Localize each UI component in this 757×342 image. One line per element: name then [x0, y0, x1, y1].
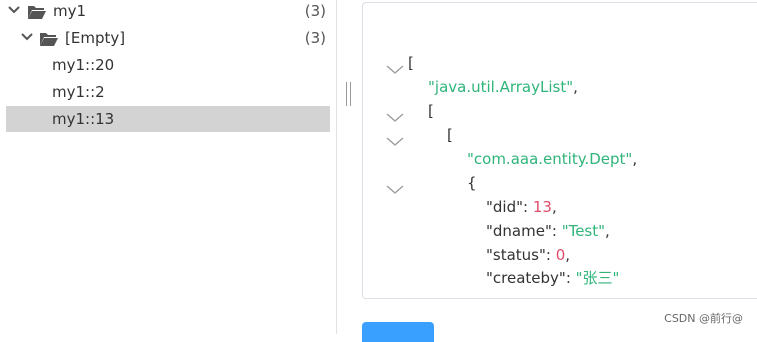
key-tree-panel: my1 (3) [Empty] (3) my1::20 my1::2 my1::…	[0, 0, 336, 334]
resize-handle[interactable]	[346, 82, 352, 106]
json-comma: ,	[573, 78, 578, 96]
json-colon: :	[551, 222, 562, 240]
tree-node-label: my1	[53, 2, 87, 20]
json-number: 13	[532, 198, 552, 216]
chevron-down-icon[interactable]	[386, 178, 404, 194]
json-key: "status"	[486, 246, 546, 264]
tree-leaf-item-selected[interactable]: my1::13	[6, 106, 330, 132]
tree-node-label: [Empty]	[65, 29, 126, 47]
json-bracket: [	[447, 126, 453, 144]
json-comma: ,	[551, 198, 557, 216]
json-key: "createby"	[486, 269, 566, 287]
tree-leaf-label: my1::13	[52, 110, 115, 128]
json-colon: :	[565, 269, 576, 287]
json-colon: :	[545, 246, 556, 264]
json-string: "java.util.ArrayList"	[428, 78, 574, 96]
chevron-down-icon[interactable]	[386, 106, 404, 122]
tree-node-root[interactable]: my1 (3)	[0, 0, 336, 24]
json-bracket: [	[408, 54, 414, 72]
json-string: "com.aaa.entity.Dept"	[467, 150, 633, 168]
action-button[interactable]	[362, 322, 434, 342]
json-number: 0	[555, 246, 566, 264]
chevron-down-icon[interactable]	[386, 58, 404, 74]
tree-leaf-label: my1::20	[52, 56, 115, 74]
json-key: "dname"	[486, 222, 552, 240]
tree-leaf-item[interactable]: my1::2	[0, 79, 336, 105]
tree-node-group[interactable]: [Empty] (3)	[0, 25, 336, 51]
chevron-down-icon[interactable]	[386, 130, 404, 146]
json-bracket: [	[428, 102, 434, 120]
json-colon: :	[523, 198, 533, 216]
tree-leaf-label: my1::2	[52, 83, 105, 101]
json-string: "Test"	[561, 222, 606, 240]
folder-open-icon	[39, 29, 59, 46]
chevron-down-icon[interactable]	[20, 25, 34, 51]
watermark: CSDN @前行@	[664, 312, 743, 325]
key-count: (3)	[304, 2, 326, 20]
tree-leaf-item[interactable]: my1::20	[0, 52, 336, 78]
panel-divider	[336, 0, 337, 334]
json-comma: ,	[605, 222, 610, 240]
json-comma: ,	[632, 150, 638, 168]
json-comma: ,	[565, 246, 571, 264]
json-brace: {	[467, 174, 477, 192]
json-viewer: [ "java.util.ArrayList", [ [ "com.aaa.en…	[362, 2, 757, 299]
json-string: "张三"	[575, 269, 620, 287]
chevron-down-icon[interactable]	[7, 0, 21, 24]
folder-open-icon	[27, 2, 47, 19]
key-count: (3)	[304, 29, 326, 47]
json-key: "did"	[486, 198, 524, 216]
